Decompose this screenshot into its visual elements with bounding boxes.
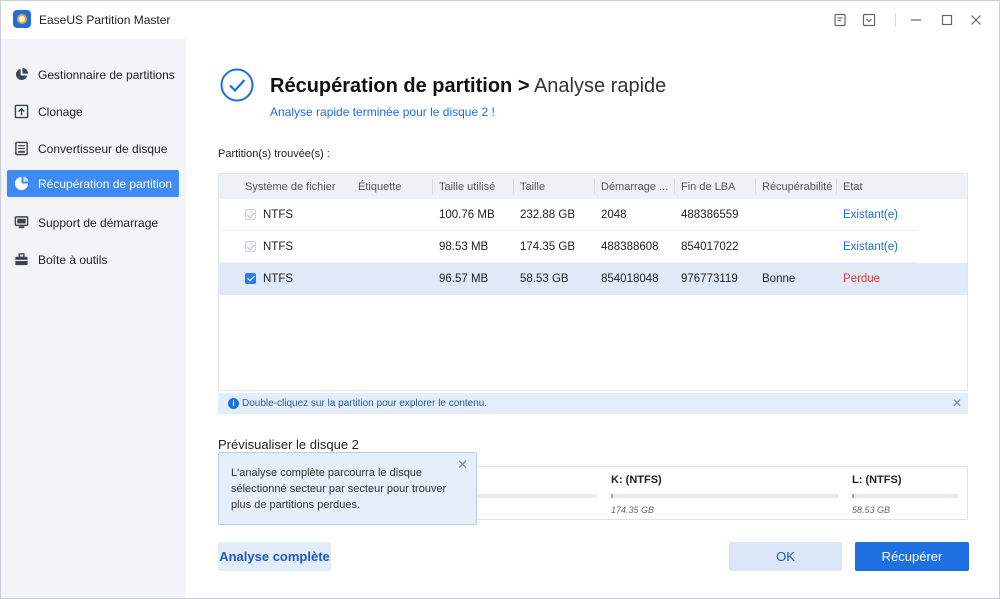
- sidebar-item-toolbox[interactable]: Boîte à outils: [7, 246, 179, 273]
- sidebar-item-partition-recovery[interactable]: Récupération de partition: [7, 170, 179, 197]
- cell-used-size: 100.76 MB: [439, 209, 495, 221]
- cell-used-size: 98.53 MB: [439, 241, 489, 253]
- cell-end-lba: 976773119: [681, 273, 738, 285]
- app-logo-icon: [13, 10, 31, 28]
- page-title: Récupération de partition > Analyse rapi…: [270, 75, 666, 98]
- cell-filesystem: NTFS: [263, 273, 294, 285]
- column-divider[interactable]: [836, 179, 837, 194]
- row-checkbox: [245, 209, 256, 220]
- info-close-icon[interactable]: ✕: [952, 396, 962, 410]
- column-header[interactable]: Système de fichier: [245, 181, 335, 193]
- boot-media-icon: [13, 215, 29, 231]
- table-row[interactable]: NTFS 98.53 MB 174.35 GB 488388608 854017…: [219, 231, 917, 263]
- app-window: EaseUS Partition Master Gestionnaire de …: [0, 0, 1000, 599]
- pie-chart-icon: [13, 67, 29, 83]
- column-header[interactable]: Récupérabilité: [762, 181, 832, 193]
- partition-recovery-icon: [13, 176, 29, 192]
- titlebar-divider: [895, 13, 896, 27]
- page-title-main: Récupération de partition: [270, 75, 513, 97]
- sidebar-item-label: Boîte à outils: [38, 252, 108, 267]
- sidebar-item-clone[interactable]: Clonage: [7, 98, 179, 125]
- info-bar: i Double-cliquez sur la partition pour e…: [218, 393, 968, 414]
- partitions-found-label: Partition(s) trouvée(s) :: [218, 148, 330, 160]
- column-divider[interactable]: [432, 179, 433, 194]
- recover-button[interactable]: Récupérer: [855, 542, 969, 571]
- column-header[interactable]: Etat: [843, 181, 863, 193]
- feedback-icon[interactable]: [831, 11, 849, 29]
- ok-button[interactable]: OK: [729, 542, 842, 571]
- sidebar-item-disk-converter[interactable]: Convertisseur de disque: [7, 135, 179, 162]
- tooltip-close-icon[interactable]: ✕: [457, 457, 468, 473]
- sidebar-item-partition-manager[interactable]: Gestionnaire de partitions: [7, 61, 179, 88]
- cell-used-size: 96.57 MB: [439, 273, 489, 285]
- menu-dropdown-icon[interactable]: [860, 11, 878, 29]
- cell-end-lba: 488386559: [681, 209, 739, 221]
- column-divider[interactable]: [594, 179, 595, 194]
- app-title: EaseUS Partition Master: [39, 13, 171, 27]
- sidebar-item-label: Convertisseur de disque: [38, 141, 168, 156]
- segment-size: 58.53 GB: [852, 505, 891, 515]
- segment-usage-bar: [611, 494, 839, 498]
- cell-filesystem: NTFS: [263, 241, 294, 253]
- full-scan-tooltip: L'analyse complète parcourra le disque s…: [218, 452, 477, 525]
- segment-name: L: (NTFS): [852, 474, 902, 486]
- column-divider[interactable]: [755, 179, 756, 194]
- column-header[interactable]: Fin de LBA: [681, 181, 735, 193]
- table-row[interactable]: NTFS 96.57 MB 58.53 GB 854018048 9767731…: [219, 263, 967, 295]
- success-check-icon: [220, 68, 254, 102]
- close-icon[interactable]: [967, 11, 985, 29]
- cell-size: 58.53 GB: [520, 273, 569, 285]
- minimize-icon[interactable]: [907, 11, 925, 29]
- cell-start-lba: 2048: [601, 209, 627, 221]
- scan-status-text: Analyse rapide terminée pour le disque 2…: [270, 105, 495, 119]
- disk-segment-unknown[interactable]: [467, 467, 617, 519]
- sidebar-item-label: Récupération de partition: [38, 176, 173, 191]
- sidebar-item-label: Gestionnaire de partitions: [38, 67, 175, 82]
- page-title-sub: Analyse rapide: [533, 75, 667, 97]
- sidebar-item-label: Support de démarrage: [38, 215, 159, 230]
- disk-segment-l[interactable]: L: (NTFS) 58.53 GB: [852, 467, 962, 519]
- segment-usage-bar: [467, 494, 597, 498]
- partition-table: Système de fichier Étiquette Taille util…: [218, 173, 968, 391]
- disk-convert-icon: [13, 141, 29, 157]
- column-header[interactable]: Étiquette: [358, 181, 401, 193]
- table-row[interactable]: NTFS 100.76 MB 232.88 GB 2048 488386559 …: [219, 199, 917, 231]
- cell-state: Perdue: [843, 273, 881, 285]
- toolbox-icon: [13, 252, 29, 268]
- sidebar: Gestionnaire de partitions Clonage Conve…: [1, 39, 186, 598]
- cell-start-lba: 854018048: [601, 273, 659, 285]
- column-divider[interactable]: [513, 179, 514, 194]
- sidebar-item-label: Clonage: [38, 104, 83, 119]
- cell-filesystem: NTFS: [263, 209, 294, 221]
- maximize-icon[interactable]: [938, 11, 956, 29]
- cell-size: 232.88 GB: [520, 209, 575, 221]
- segment-name: K: (NTFS): [611, 474, 662, 486]
- sidebar-item-boot-media[interactable]: Support de démarrage: [7, 209, 179, 236]
- column-header[interactable]: Taille utilisé: [439, 181, 495, 193]
- cell-state: Existant(e): [843, 209, 898, 221]
- info-text: Double-cliquez sur la partition pour exp…: [242, 398, 488, 409]
- clone-icon: [13, 104, 29, 120]
- disk-segment-k[interactable]: K: (NTFS) 174.35 GB: [611, 467, 846, 519]
- segment-size: 174.35 GB: [611, 505, 655, 515]
- row-checkbox: [245, 241, 256, 252]
- disk-preview-label: Prévisualiser le disque 2: [218, 437, 359, 452]
- main-content: Récupération de partition > Analyse rapi…: [186, 39, 999, 598]
- cell-size: 174.35 GB: [520, 241, 575, 253]
- cell-start-lba: 488388608: [601, 241, 659, 253]
- full-scan-button[interactable]: Analyse complète: [218, 542, 331, 571]
- cell-state: Existant(e): [843, 241, 898, 253]
- segment-usage-bar: [852, 494, 958, 498]
- column-divider[interactable]: [674, 179, 675, 194]
- cell-recoverability: Bonne: [762, 273, 796, 285]
- column-header[interactable]: Démarrage ...: [601, 181, 668, 193]
- column-header[interactable]: Taille: [520, 181, 545, 193]
- tooltip-text: L'analyse complète parcourra le disque s…: [231, 467, 447, 511]
- info-icon: i: [228, 398, 239, 409]
- title-bar: EaseUS Partition Master: [1, 1, 999, 39]
- table-header: Système de fichier Étiquette Taille util…: [219, 174, 967, 199]
- cell-end-lba: 854017022: [681, 241, 739, 253]
- breadcrumb-separator: >: [517, 75, 530, 97]
- row-checkbox[interactable]: [245, 273, 256, 284]
